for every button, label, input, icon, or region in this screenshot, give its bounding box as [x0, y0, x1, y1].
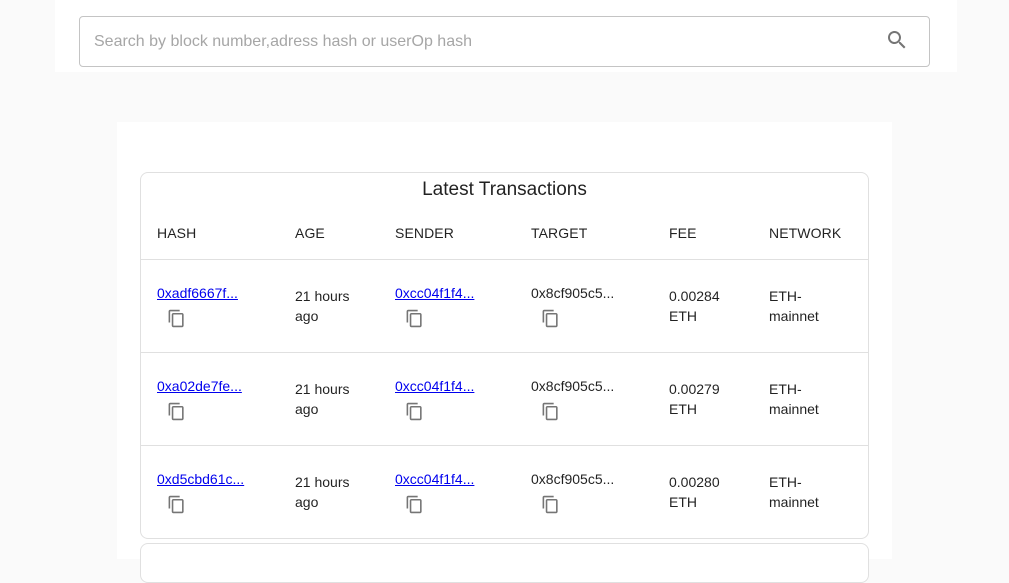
column-header-sender: SENDER [379, 207, 515, 259]
target-cell: 0x8cf905c5... [515, 259, 653, 352]
fee-value: 0.00284 ETH [669, 286, 737, 326]
column-header-target: TARGET [515, 207, 653, 259]
target-cell: 0x8cf905c5... [515, 445, 653, 538]
latest-transactions-card: Latest Transactions HASH AGE SENDER TARG… [140, 172, 869, 539]
hash-link[interactable]: 0xadf6667f... [157, 285, 238, 301]
hash-copy-button[interactable] [167, 309, 186, 328]
sender-link[interactable]: 0xcc04f1f4... [395, 378, 474, 394]
hash-cell: 0xa02de7fe... [141, 352, 279, 445]
sender-cell: 0xcc04f1f4... [379, 445, 515, 538]
transactions-table: HASH AGE SENDER TARGET FEE NETWORK 0xadf… [141, 207, 868, 538]
copy-icon [167, 409, 186, 424]
search-button[interactable] [885, 30, 909, 54]
sender-link[interactable]: 0xcc04f1f4... [395, 285, 474, 301]
network-value: ETH-mainnet [769, 379, 831, 419]
table-row: 0xadf6667f... 21 hours ago 0xcc04f1f4... [141, 259, 868, 352]
search-input[interactable] [80, 17, 885, 66]
target-address: 0x8cf905c5... [531, 378, 614, 394]
table-row: 0xd5cbd61c... 21 hours ago 0xcc04f1f4... [141, 445, 868, 538]
network-cell: ETH-mainnet [753, 259, 868, 352]
target-copy-button[interactable] [541, 495, 560, 514]
sender-link[interactable]: 0xcc04f1f4... [395, 471, 474, 487]
network-cell: ETH-mainnet [753, 445, 868, 538]
hash-link[interactable]: 0xa02de7fe... [157, 378, 242, 394]
content-panel: Latest Transactions HASH AGE SENDER TARG… [117, 122, 892, 559]
next-card-partial [140, 543, 869, 583]
copy-icon [541, 502, 560, 517]
network-value: ETH-mainnet [769, 472, 831, 512]
hash-cell: 0xadf6667f... [141, 259, 279, 352]
network-cell: ETH-mainnet [753, 352, 868, 445]
column-header-network: NETWORK [753, 207, 868, 259]
sender-cell: 0xcc04f1f4... [379, 259, 515, 352]
fee-value: 0.00279 ETH [669, 379, 737, 419]
column-header-age: AGE [279, 207, 379, 259]
copy-icon [167, 316, 186, 331]
table-row: 0xa02de7fe... 21 hours ago 0xcc04f1f4... [141, 352, 868, 445]
latest-transactions-title: Latest Transactions [141, 173, 868, 207]
copy-icon [541, 409, 560, 424]
fee-value: 0.00280 ETH [669, 472, 737, 512]
hash-copy-button[interactable] [167, 402, 186, 421]
copy-icon [167, 502, 186, 517]
fee-cell: 0.00279 ETH [653, 352, 753, 445]
column-header-hash: HASH [141, 207, 279, 259]
target-copy-button[interactable] [541, 309, 560, 328]
age-cell: 21 hours ago [279, 352, 379, 445]
fee-cell: 0.00280 ETH [653, 445, 753, 538]
column-header-fee: FEE [653, 207, 753, 259]
target-address: 0x8cf905c5... [531, 471, 614, 487]
age-cell: 21 hours ago [279, 259, 379, 352]
network-value: ETH-mainnet [769, 286, 831, 326]
sender-copy-button[interactable] [405, 402, 424, 421]
hash-cell: 0xd5cbd61c... [141, 445, 279, 538]
target-copy-button[interactable] [541, 402, 560, 421]
sender-copy-button[interactable] [405, 309, 424, 328]
sender-copy-button[interactable] [405, 495, 424, 514]
copy-icon [405, 502, 424, 517]
sender-cell: 0xcc04f1f4... [379, 352, 515, 445]
copy-icon [405, 316, 424, 331]
age-cell: 21 hours ago [279, 445, 379, 538]
target-cell: 0x8cf905c5... [515, 352, 653, 445]
hash-link[interactable]: 0xd5cbd61c... [157, 471, 244, 487]
fee-cell: 0.00284 ETH [653, 259, 753, 352]
copy-icon [541, 316, 560, 331]
search-header [55, 0, 957, 72]
table-header-row: HASH AGE SENDER TARGET FEE NETWORK [141, 207, 868, 259]
target-address: 0x8cf905c5... [531, 285, 614, 301]
search-box [79, 16, 930, 67]
hash-copy-button[interactable] [167, 495, 186, 514]
search-icon [885, 28, 909, 55]
copy-icon [405, 409, 424, 424]
